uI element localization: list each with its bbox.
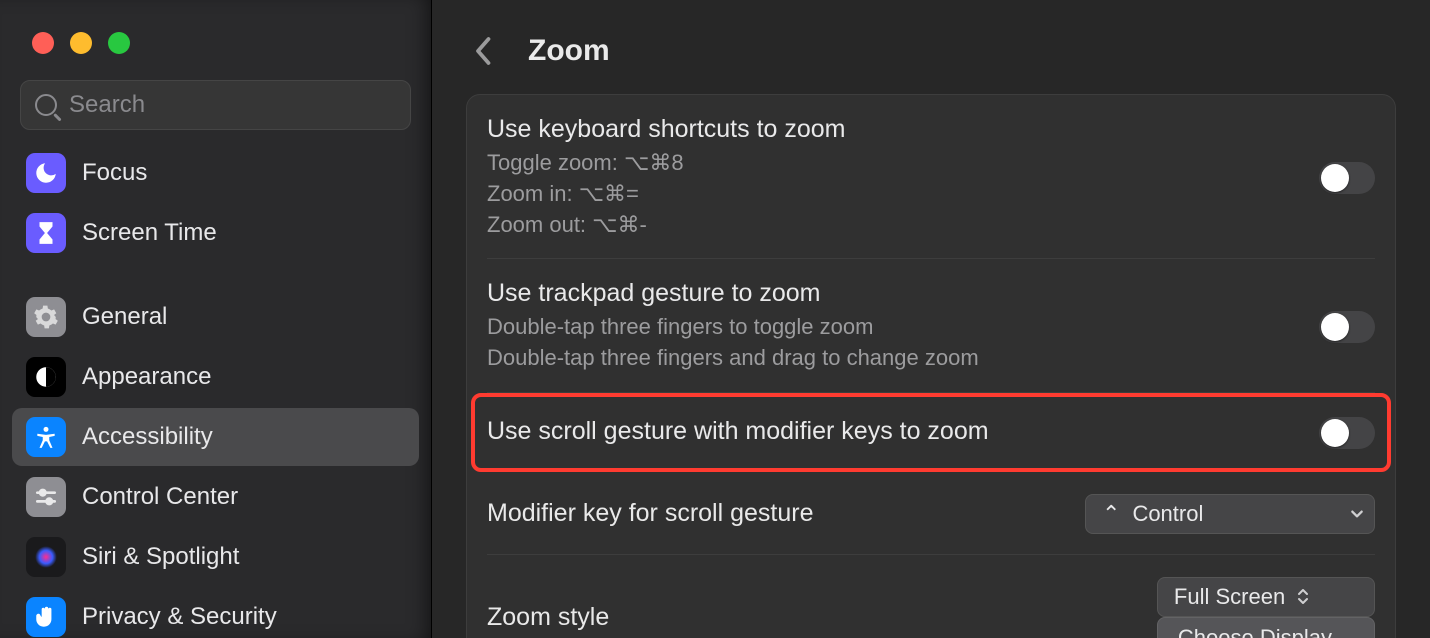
main-content: Zoom Use keyboard shortcuts to zoom Togg… — [432, 0, 1430, 638]
hourglass-icon — [26, 213, 66, 253]
window-controls — [0, 18, 431, 80]
search-icon — [35, 94, 57, 116]
maximize-window-button[interactable] — [108, 32, 130, 54]
sidebar-item-siri[interactable]: Siri & Spotlight — [12, 528, 419, 586]
row-title: Modifier key for scroll gesture — [487, 499, 1085, 528]
modifier-key-select[interactable]: ⌃ Control — [1085, 494, 1375, 534]
chevron-down-icon — [1350, 509, 1364, 519]
row-keyboard-shortcuts: Use keyboard shortcuts to zoom Toggle zo… — [487, 95, 1375, 259]
siri-icon — [26, 537, 66, 577]
sliders-icon — [26, 477, 66, 517]
accessibility-icon — [26, 417, 66, 457]
row-subline: Double-tap three fingers to toggle zoom — [487, 312, 1301, 343]
sidebar-item-label: Privacy & Security — [82, 603, 277, 631]
row-subline: Zoom out: ⌥⌘- — [487, 210, 1301, 241]
trackpad-gesture-toggle[interactable] — [1319, 311, 1375, 343]
keyboard-shortcuts-toggle[interactable] — [1319, 162, 1375, 194]
sidebar-item-label: Accessibility — [82, 423, 213, 451]
row-subline: Toggle zoom: ⌥⌘8 — [487, 148, 1301, 179]
row-modifier-key: Modifier key for scroll gesture ⌃ Contro… — [487, 472, 1375, 555]
sidebar-item-screentime[interactable]: Screen Time — [12, 204, 419, 262]
sidebar-item-accessibility[interactable]: Accessibility — [12, 408, 419, 466]
row-title: Use scroll gesture with modifier keys to… — [487, 417, 1301, 446]
appearance-icon — [26, 357, 66, 397]
choose-display-button[interactable]: Choose Display… — [1157, 617, 1375, 638]
row-scroll-gesture: Use scroll gesture with modifier keys to… — [487, 397, 1375, 468]
row-title: Use trackpad gesture to zoom — [487, 279, 1301, 308]
select-value: Full Screen — [1174, 584, 1285, 610]
sidebar-item-general[interactable]: General — [12, 288, 419, 346]
moon-icon — [26, 153, 66, 193]
gear-icon — [26, 297, 66, 337]
sidebar-item-label: Appearance — [82, 363, 211, 391]
row-zoom-style: Zoom style Full Screen Choose Display… — [487, 555, 1375, 638]
sidebar-item-label: General — [82, 303, 167, 331]
sidebar-item-focus[interactable]: Focus — [12, 144, 419, 202]
row-trackpad-gesture: Use trackpad gesture to zoom Double-tap … — [487, 259, 1375, 393]
button-label: Choose Display… — [1178, 625, 1354, 638]
sidebar: Focus Screen Time General Appearance — [0, 0, 432, 638]
sidebar-item-controlcenter[interactable]: Control Center — [12, 468, 419, 526]
settings-panel: Use keyboard shortcuts to zoom Toggle zo… — [466, 94, 1396, 638]
zoom-style-select[interactable]: Full Screen — [1157, 577, 1375, 617]
sidebar-item-label: Screen Time — [82, 219, 217, 247]
select-value: Control — [1132, 501, 1338, 527]
sidebar-item-label: Focus — [82, 159, 147, 187]
select-symbol: ⌃ — [1102, 501, 1120, 527]
row-subline: Double-tap three fingers and drag to cha… — [487, 343, 1301, 374]
minimize-window-button[interactable] — [70, 32, 92, 54]
row-title: Zoom style — [487, 603, 1157, 632]
sidebar-item-label: Control Center — [82, 483, 238, 511]
row-title: Use keyboard shortcuts to zoom — [487, 115, 1301, 144]
chevron-up-down-icon — [1297, 588, 1309, 605]
close-window-button[interactable] — [32, 32, 54, 54]
page-title: Zoom — [528, 34, 610, 68]
sidebar-item-label: Siri & Spotlight — [82, 543, 239, 571]
highlighted-row: Use scroll gesture with modifier keys to… — [471, 393, 1391, 472]
sidebar-item-appearance[interactable]: Appearance — [12, 348, 419, 406]
sidebar-item-privacy[interactable]: Privacy & Security — [12, 588, 419, 638]
back-button[interactable] — [466, 33, 502, 69]
scroll-gesture-toggle[interactable] — [1319, 417, 1375, 449]
hand-icon — [26, 597, 66, 637]
search-field[interactable] — [20, 80, 411, 130]
row-subline: Zoom in: ⌥⌘= — [487, 179, 1301, 210]
search-input[interactable] — [69, 91, 396, 119]
